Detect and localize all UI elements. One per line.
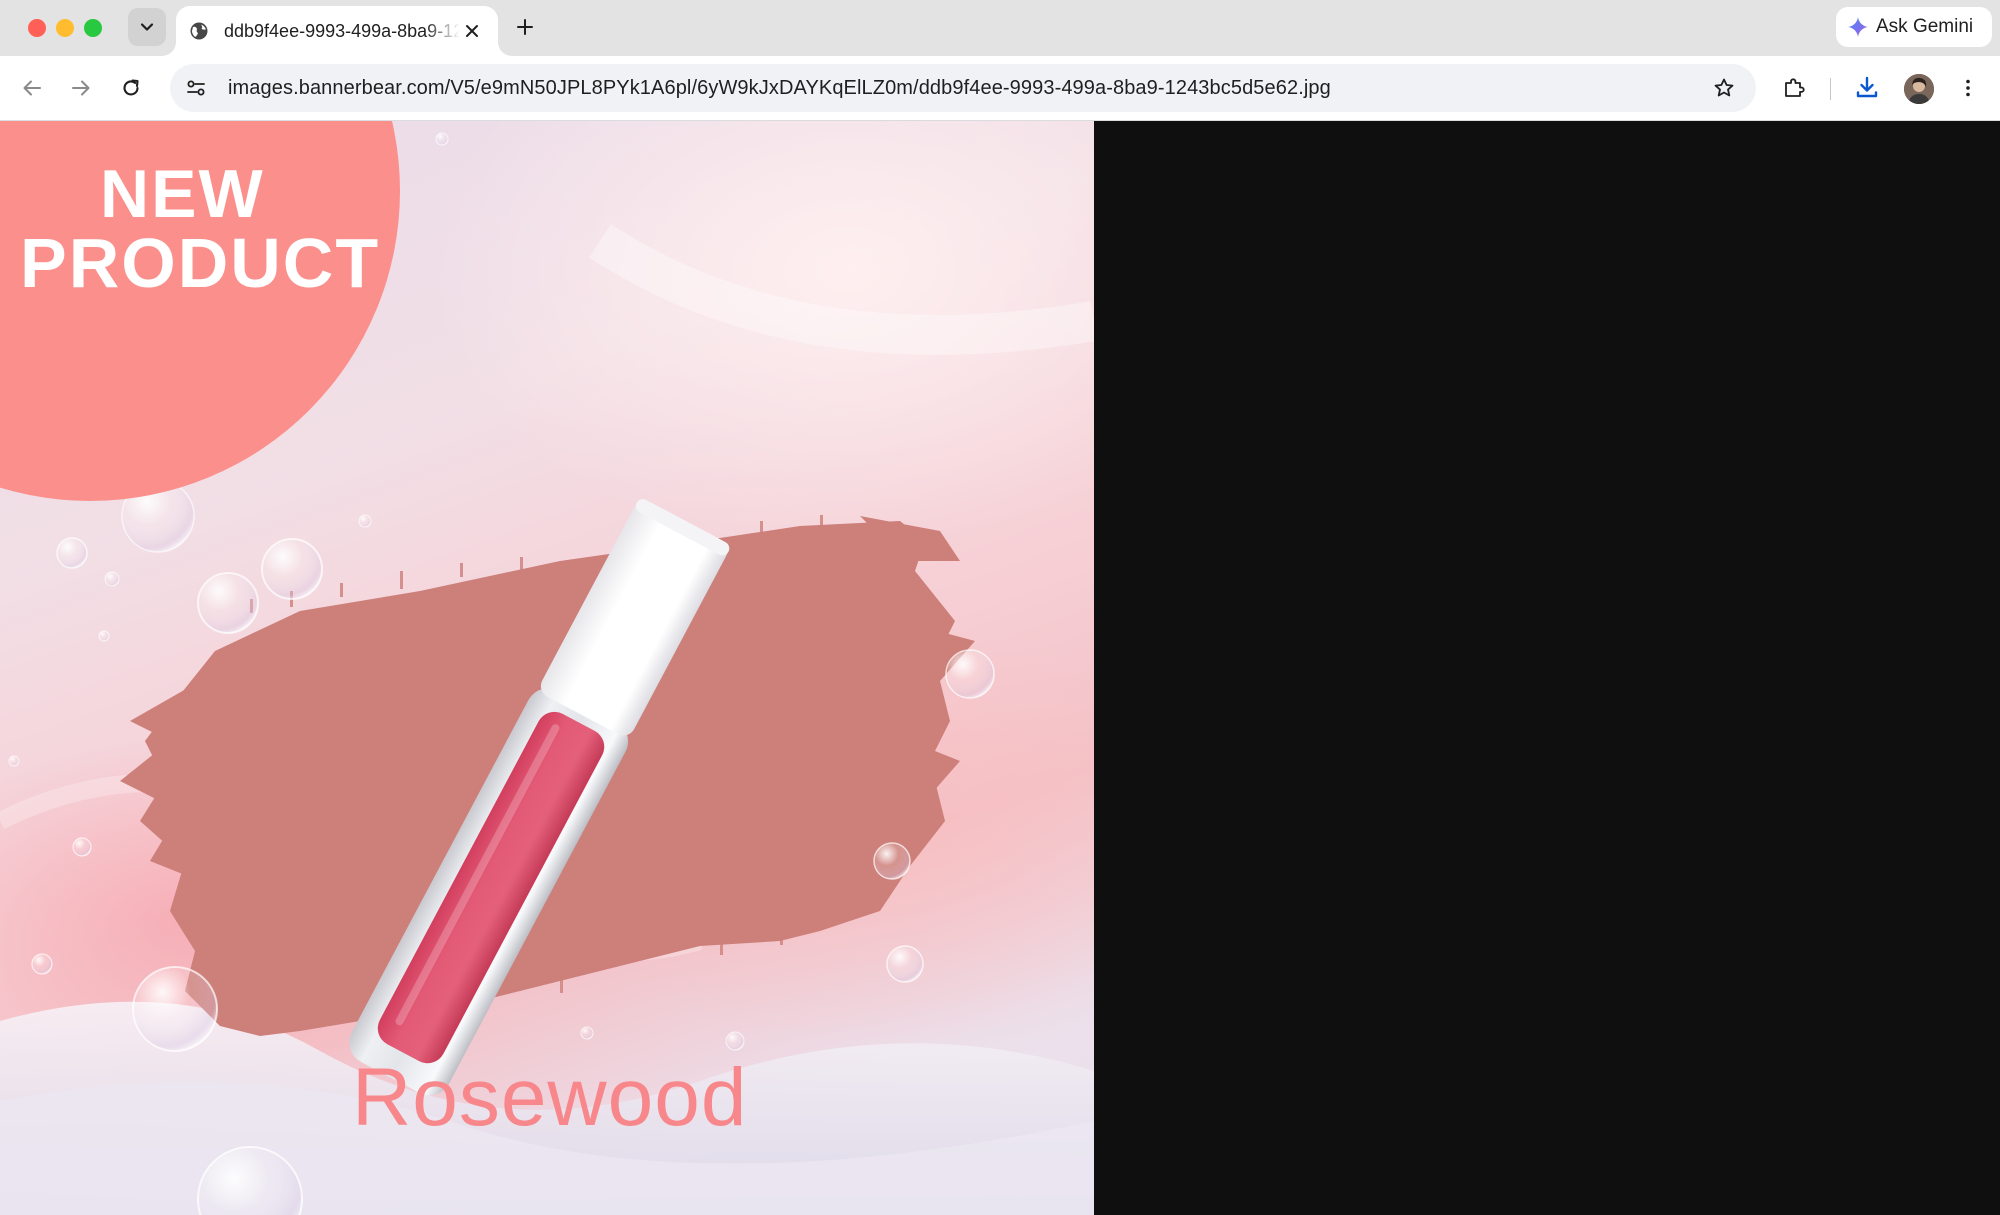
forward-button[interactable] <box>64 71 98 105</box>
window-close-button[interactable] <box>28 19 46 37</box>
browser-menu-button[interactable] <box>1951 71 1985 105</box>
back-icon <box>23 80 41 96</box>
new-tab-button[interactable] <box>510 12 540 42</box>
page-viewport: NEW PRODUCT Rosewood <box>0 121 2000 1215</box>
browser-toolbar: images.bannerbear.com/V5/e9mN50JPL8PYk1A… <box>0 56 2000 121</box>
toolbar-separator <box>1830 78 1831 100</box>
ask-gemini-button[interactable]: Ask Gemini <box>1836 7 1992 47</box>
window-minimize-button[interactable] <box>56 19 74 37</box>
site-info-icon[interactable] <box>182 74 210 102</box>
chevron-down-icon <box>140 23 154 31</box>
plus-icon <box>517 19 533 35</box>
tab-search-button[interactable] <box>128 8 166 46</box>
banner-image: NEW PRODUCT Rosewood <box>0 121 1094 1215</box>
reload-button[interactable] <box>114 71 148 105</box>
bookmark-star-icon[interactable] <box>1712 76 1736 100</box>
tab-close-icon[interactable] <box>460 19 484 43</box>
download-icon <box>1856 76 1878 98</box>
url-text[interactable]: images.bannerbear.com/V5/e9mN50JPL8PYk1A… <box>228 77 1331 100</box>
downloads-button[interactable] <box>1850 71 1884 105</box>
back-button[interactable] <box>15 71 49 105</box>
product-name: Rosewood <box>352 1052 748 1143</box>
browser-window: ddb9f4ee-9993-499a-8ba9-1243bc5d5e62.jpg <box>0 0 2000 1215</box>
tab-strip: ddb9f4ee-9993-499a-8ba9-1243bc5d5e62.jpg <box>0 0 2000 56</box>
menu-kebab-icon <box>1966 79 1970 97</box>
gemini-sparkle-icon <box>1848 17 1868 37</box>
globe-icon <box>188 20 210 42</box>
extensions-icon <box>1785 78 1805 97</box>
extensions-button[interactable] <box>1777 71 1811 105</box>
profile-avatar[interactable] <box>1904 74 1934 104</box>
ask-gemini-label: Ask Gemini <box>1876 16 1974 37</box>
window-maximize-button[interactable] <box>84 19 102 37</box>
badge-line-new: NEW <box>100 156 265 232</box>
tab-title: ddb9f4ee-9993-499a-8ba9-1243bc5d5e62.jpg <box>224 20 460 41</box>
forward-icon <box>72 80 90 96</box>
badge-line-product: PRODUCT <box>20 224 381 302</box>
tab-active[interactable]: ddb9f4ee-9993-499a-8ba9-1243bc5d5e62.jpg <box>176 6 498 56</box>
address-bar[interactable]: images.bannerbear.com/V5/e9mN50JPL8PYk1A… <box>170 64 1756 112</box>
reload-icon <box>123 79 139 96</box>
